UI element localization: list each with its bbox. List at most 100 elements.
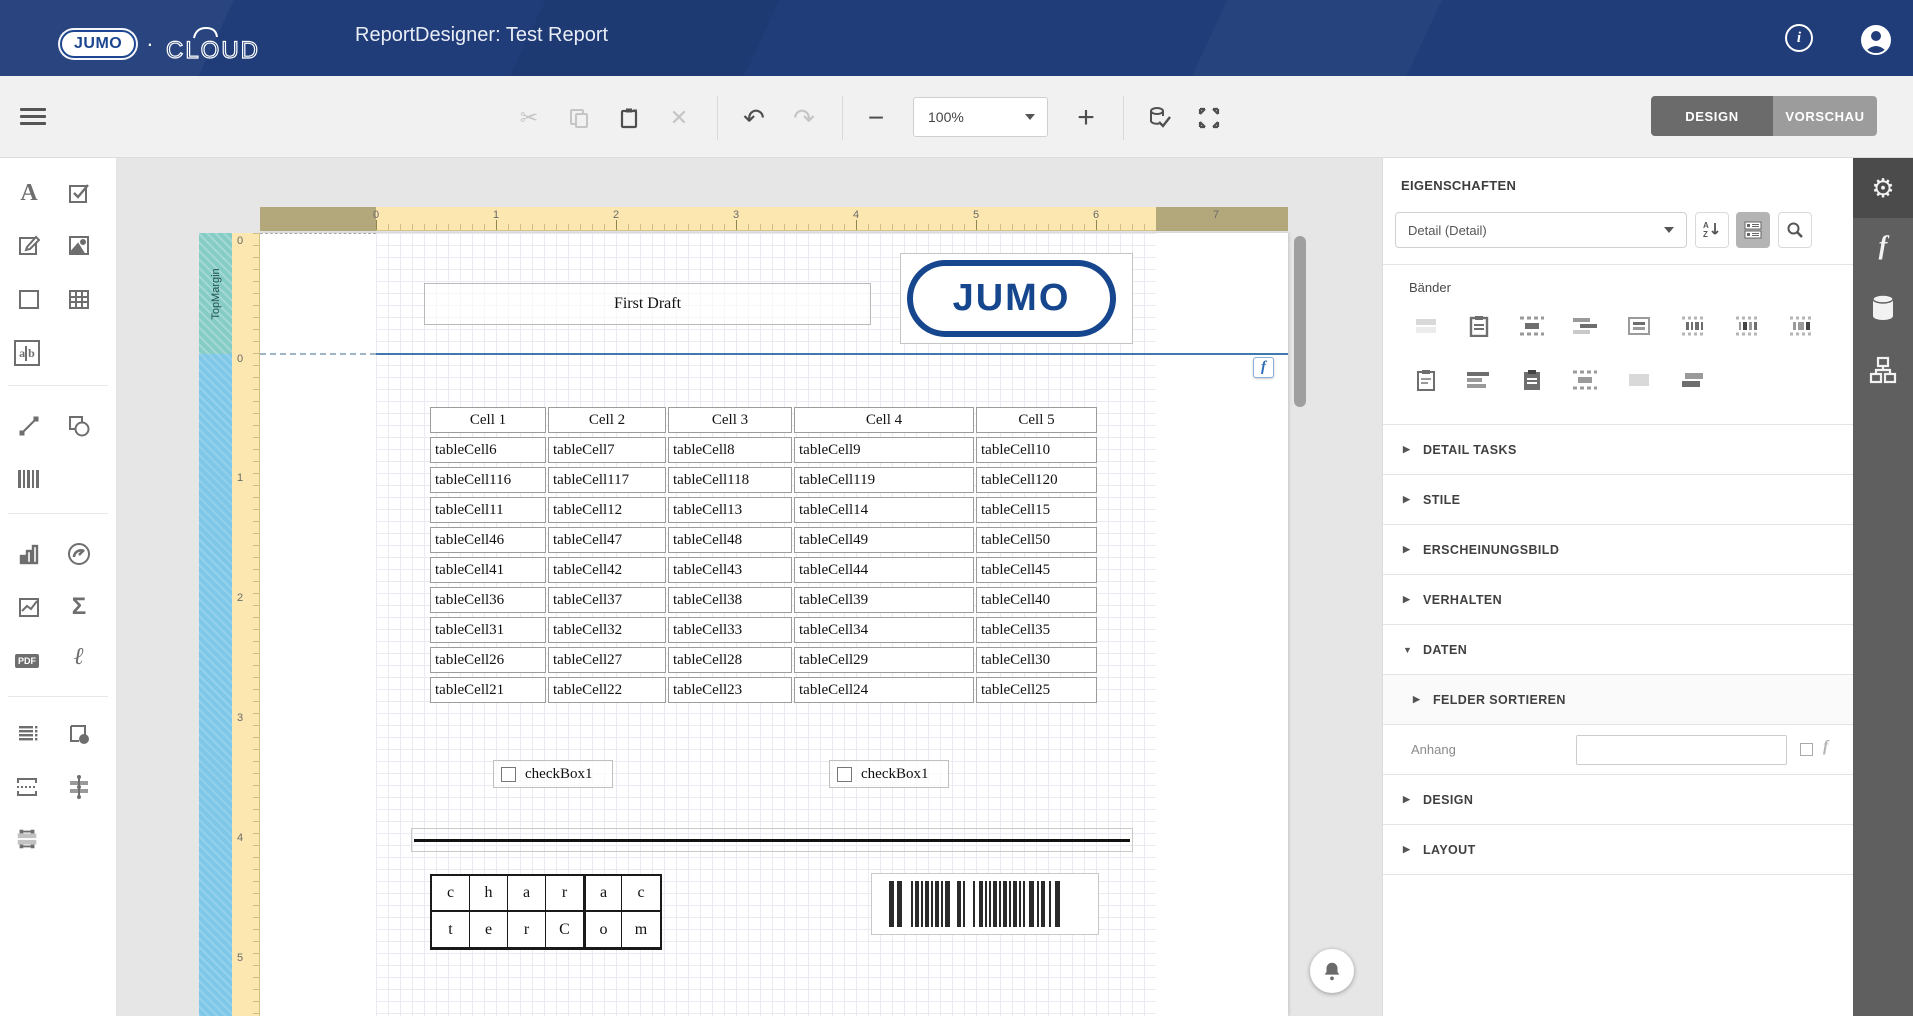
table-cell[interactable]: tableCell9 [794,437,974,463]
chart-tool[interactable] [16,541,42,567]
table-cell[interactable]: tableCell27 [548,647,666,673]
section-erscheinungsbild[interactable]: ▶ ERSCHEINUNGSBILD [1383,524,1854,574]
sort-properties-button[interactable]: AZ [1695,212,1729,248]
band-icon-11[interactable] [1518,368,1546,392]
table-cell[interactable]: tableCell42 [548,557,666,583]
shape-tool[interactable] [66,413,92,439]
table-cell[interactable]: tableCell119 [794,467,974,493]
table-cell[interactable]: tableCell41 [430,557,546,583]
table-cell[interactable]: Cell 4 [794,407,974,433]
logo-picture-element[interactable]: JUMO [900,253,1133,344]
zoom-out-button[interactable]: − [863,102,889,133]
zoom-in-button[interactable]: + [1073,101,1099,134]
table-cell[interactable]: tableCell11 [430,497,546,523]
band-icon-1[interactable] [1412,314,1440,338]
table-cell[interactable]: tableCell116 [430,467,546,493]
detail-band-strip[interactable] [199,354,232,1016]
table-cell[interactable]: tableCell43 [668,557,792,583]
band-icon-12[interactable] [1571,368,1599,392]
expressions-tab[interactable]: f [1853,224,1913,268]
table-cell[interactable]: Cell 2 [548,407,666,433]
table-cell[interactable]: tableCell46 [430,527,546,553]
section-design[interactable]: ▶ DESIGN [1383,774,1854,824]
checkbox-tool[interactable] [66,180,92,206]
section-daten[interactable]: ▼ DATEN [1383,624,1854,674]
band-icon-7[interactable] [1734,314,1762,338]
zoom-select[interactable]: 100% [913,97,1048,137]
band-icon-4[interactable] [1571,314,1599,338]
table-cell[interactable]: tableCell45 [976,557,1097,583]
band-expression-badge[interactable]: f [1253,357,1274,378]
line-element[interactable] [411,828,1133,852]
pdf-content-tool[interactable]: PDF [14,648,40,674]
rich-text-tool[interactable] [16,232,42,258]
account-button[interactable] [1860,24,1891,56]
table-cell[interactable]: tableCell47 [548,527,666,553]
table-cell[interactable]: tableCell22 [548,677,666,703]
table-cell[interactable]: tableCell117 [548,467,666,493]
subreport-tool[interactable] [14,826,40,852]
search-properties-button[interactable] [1778,212,1812,248]
table-cell[interactable]: tableCell7 [548,437,666,463]
table-cell[interactable]: tableCell31 [430,617,546,643]
category-view-button[interactable] [1736,212,1770,248]
checkbox-element-2[interactable]: checkBox1 [829,760,949,788]
info-button[interactable]: i [1785,24,1815,54]
table-cell[interactable]: tableCell36 [430,587,546,613]
table-cell[interactable]: tableCell38 [668,587,792,613]
table-cell[interactable]: Cell 1 [430,407,546,433]
cross-band-line-tool[interactable] [66,774,92,800]
data-source-tab[interactable] [1853,286,1913,330]
table-cell[interactable]: tableCell8 [668,437,792,463]
anhang-expression-icon[interactable]: f [1823,738,1828,756]
table-cell[interactable]: tableCell34 [794,617,974,643]
table-cell[interactable]: tableCell28 [668,647,792,673]
page-break-tool[interactable] [14,774,40,800]
barcode-tool[interactable] [16,466,42,492]
paste-button[interactable] [616,105,642,131]
line-tool[interactable] [16,413,42,439]
table-cell[interactable]: tableCell118 [668,467,792,493]
section-verhalten[interactable]: ▶ VERHALTEN [1383,574,1854,624]
panel-tool[interactable] [16,286,42,312]
copy-button[interactable] [566,105,592,131]
summary-tool[interactable]: Σ [66,593,92,620]
undo-button[interactable]: ↶ [741,103,767,133]
table-cell[interactable]: tableCell50 [976,527,1097,553]
properties-tab[interactable]: ⚙ [1853,166,1913,210]
report-structure-tab[interactable] [1853,348,1913,392]
table-cell[interactable]: tableCell37 [548,587,666,613]
vorschau-tab[interactable]: VORSCHAU [1773,96,1877,136]
table-cell[interactable]: tableCell40 [976,587,1097,613]
design-tab[interactable]: DESIGN [1651,96,1773,136]
table-cell[interactable]: tableCell23 [668,677,792,703]
section-stile[interactable]: ▶ STILE [1383,474,1854,524]
sparkline-tool[interactable] [16,594,42,620]
page-info-tool[interactable]: i [66,721,92,747]
first-draft-label-element[interactable]: First Draft [424,283,871,325]
band-icon-10[interactable] [1465,368,1493,392]
section-layout[interactable]: ▶ LAYOUT [1383,824,1854,874]
table-cell[interactable]: tableCell24 [794,677,974,703]
table-cell[interactable]: tableCell48 [668,527,792,553]
table-cell[interactable]: tableCell25 [976,677,1097,703]
table-cell[interactable]: Cell 3 [668,407,792,433]
table-cell[interactable]: tableCell13 [668,497,792,523]
table-cell[interactable]: Cell 5 [976,407,1097,433]
table-cell[interactable]: tableCell26 [430,647,546,673]
notifications-button[interactable] [1310,949,1354,993]
gauge-tool[interactable] [66,541,92,567]
table-of-contents-tool[interactable] [16,721,42,747]
cut-button[interactable]: ✂ [516,105,542,131]
topmargin-band-strip[interactable]: TopMargin [199,233,232,354]
table-cell[interactable]: tableCell30 [976,647,1097,673]
band-icon-8[interactable] [1788,314,1816,338]
band-icon-2[interactable] [1465,314,1493,338]
character-comb-tool[interactable]: ab [14,340,40,366]
signature-tool[interactable]: ℓ [66,644,92,670]
section-detail-tasks[interactable]: ▶ DETAIL TASKS [1383,424,1854,474]
delete-button[interactable]: ✕ [666,105,692,131]
section-felder-sortieren[interactable]: ▶ FELDER SORTIEREN [1383,674,1854,724]
anhang-checkbox[interactable] [1800,743,1813,756]
band-separator-line[interactable] [260,353,1288,355]
